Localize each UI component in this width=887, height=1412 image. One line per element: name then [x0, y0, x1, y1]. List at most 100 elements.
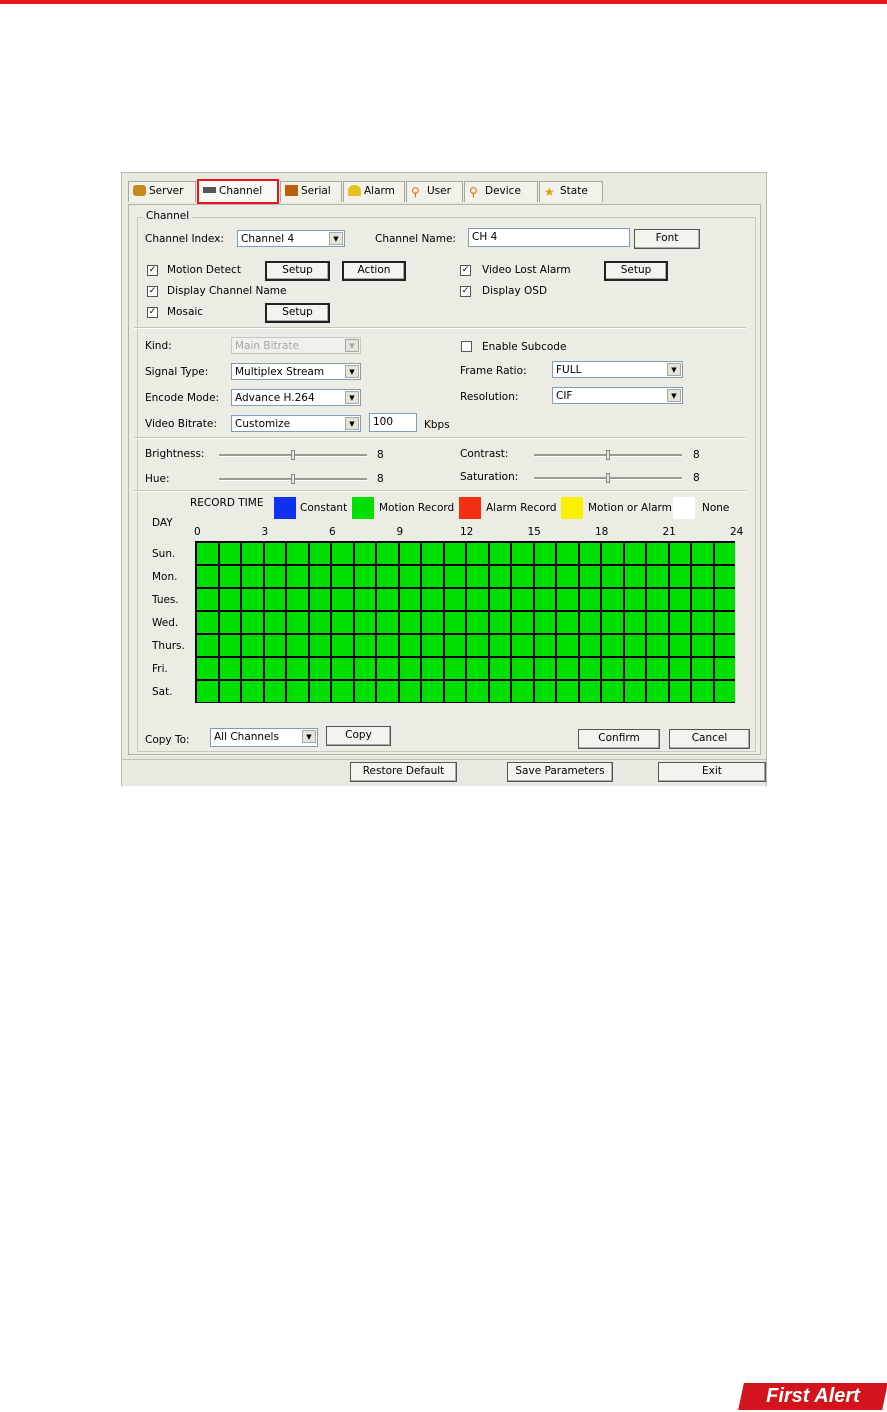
- schedule-cell[interactable]: [287, 612, 308, 633]
- schedule-cell[interactable]: [354, 681, 375, 702]
- motion-setup-button[interactable]: Setup: [265, 261, 330, 281]
- schedule-cell[interactable]: [422, 658, 443, 679]
- schedule-cell[interactable]: [692, 635, 713, 656]
- schedule-cell[interactable]: [579, 681, 600, 702]
- schedule-cell[interactable]: [602, 635, 623, 656]
- schedule-cell[interactable]: [377, 612, 398, 633]
- hue-slider-thumb[interactable]: [291, 474, 295, 484]
- schedule-cell[interactable]: [219, 543, 240, 564]
- enable-subcode-checkbox[interactable]: [461, 341, 472, 352]
- schedule-cell[interactable]: [264, 658, 285, 679]
- schedule-cell[interactable]: [692, 566, 713, 587]
- schedule-cell[interactable]: [512, 612, 533, 633]
- schedule-cell[interactable]: [287, 543, 308, 564]
- schedule-cell[interactable]: [714, 543, 735, 564]
- schedule-cell[interactable]: [669, 681, 690, 702]
- schedule-cell[interactable]: [197, 635, 218, 656]
- tab-serial[interactable]: Serial: [280, 181, 342, 202]
- schedule-cell[interactable]: [219, 612, 240, 633]
- schedule-cell[interactable]: [264, 589, 285, 610]
- schedule-cell[interactable]: [264, 566, 285, 587]
- schedule-cell[interactable]: [377, 589, 398, 610]
- video-bitrate-select[interactable]: Customize ▼: [231, 415, 361, 432]
- schedule-cell[interactable]: [624, 589, 645, 610]
- tab-device[interactable]: ⚲ Device: [464, 181, 538, 202]
- schedule-cell[interactable]: [399, 589, 420, 610]
- motion-action-button[interactable]: Action: [342, 261, 406, 281]
- schedule-cell[interactable]: [647, 658, 668, 679]
- schedule-cell[interactable]: [624, 635, 645, 656]
- schedule-cell[interactable]: [287, 566, 308, 587]
- schedule-cell[interactable]: [624, 658, 645, 679]
- schedule-cell[interactable]: [467, 612, 488, 633]
- video-lost-alarm-checkbox[interactable]: ✓: [460, 265, 471, 276]
- dropdown-arrow-icon[interactable]: ▼: [329, 232, 343, 245]
- schedule-cell[interactable]: [242, 635, 263, 656]
- schedule-cell[interactable]: [489, 612, 510, 633]
- schedule-cell[interactable]: [512, 543, 533, 564]
- tab-server[interactable]: Server: [128, 181, 196, 202]
- schedule-cell[interactable]: [242, 681, 263, 702]
- schedule-cell[interactable]: [287, 681, 308, 702]
- copy-button[interactable]: Copy: [326, 726, 391, 746]
- schedule-cell[interactable]: [354, 658, 375, 679]
- schedule-cell[interactable]: [332, 566, 353, 587]
- schedule-cell[interactable]: [309, 635, 330, 656]
- brightness-slider-thumb[interactable]: [291, 450, 295, 460]
- schedule-cell[interactable]: [647, 635, 668, 656]
- schedule-cell[interactable]: [467, 681, 488, 702]
- schedule-cell[interactable]: [444, 566, 465, 587]
- tab-state[interactable]: ★ State: [539, 181, 603, 202]
- schedule-cell[interactable]: [534, 612, 555, 633]
- schedule-cell[interactable]: [287, 635, 308, 656]
- schedule-cell[interactable]: [444, 589, 465, 610]
- schedule-cell[interactable]: [557, 589, 578, 610]
- schedule-cell[interactable]: [444, 681, 465, 702]
- schedule-cell[interactable]: [489, 566, 510, 587]
- schedule-cell[interactable]: [647, 612, 668, 633]
- schedule-cell[interactable]: [624, 543, 645, 564]
- schedule-cell[interactable]: [242, 658, 263, 679]
- dropdown-arrow-icon[interactable]: ▼: [667, 363, 681, 376]
- schedule-cell[interactable]: [669, 658, 690, 679]
- record-schedule-grid[interactable]: [195, 541, 735, 703]
- schedule-cell[interactable]: [377, 658, 398, 679]
- contrast-slider-thumb[interactable]: [606, 450, 610, 460]
- dropdown-arrow-icon[interactable]: ▼: [345, 365, 359, 378]
- schedule-cell[interactable]: [354, 589, 375, 610]
- schedule-cell[interactable]: [579, 543, 600, 564]
- schedule-cell[interactable]: [624, 681, 645, 702]
- dropdown-arrow-icon[interactable]: ▼: [345, 391, 359, 404]
- video-lost-setup-button[interactable]: Setup: [604, 261, 668, 281]
- channel-index-select[interactable]: Channel 4 ▼: [237, 230, 345, 247]
- schedule-cell[interactable]: [354, 612, 375, 633]
- schedule-cell[interactable]: [422, 589, 443, 610]
- schedule-cell[interactable]: [354, 635, 375, 656]
- schedule-cell[interactable]: [512, 589, 533, 610]
- schedule-cell[interactable]: [714, 658, 735, 679]
- schedule-cell[interactable]: [534, 635, 555, 656]
- schedule-cell[interactable]: [444, 635, 465, 656]
- schedule-cell[interactable]: [557, 566, 578, 587]
- schedule-cell[interactable]: [309, 543, 330, 564]
- schedule-cell[interactable]: [444, 612, 465, 633]
- schedule-cell[interactable]: [332, 658, 353, 679]
- dropdown-arrow-icon[interactable]: ▼: [302, 730, 316, 743]
- copy-to-select[interactable]: All Channels ▼: [210, 728, 318, 747]
- schedule-cell[interactable]: [534, 681, 555, 702]
- schedule-cell[interactable]: [197, 589, 218, 610]
- schedule-cell[interactable]: [489, 681, 510, 702]
- schedule-cell[interactable]: [669, 566, 690, 587]
- schedule-cell[interactable]: [602, 566, 623, 587]
- mosaic-checkbox[interactable]: ✓: [147, 307, 158, 318]
- schedule-cell[interactable]: [624, 612, 645, 633]
- schedule-cell[interactable]: [647, 566, 668, 587]
- schedule-cell[interactable]: [264, 681, 285, 702]
- schedule-cell[interactable]: [714, 681, 735, 702]
- schedule-cell[interactable]: [264, 612, 285, 633]
- schedule-cell[interactable]: [399, 566, 420, 587]
- schedule-cell[interactable]: [422, 612, 443, 633]
- schedule-cell[interactable]: [422, 566, 443, 587]
- schedule-cell[interactable]: [444, 543, 465, 564]
- schedule-cell[interactable]: [489, 589, 510, 610]
